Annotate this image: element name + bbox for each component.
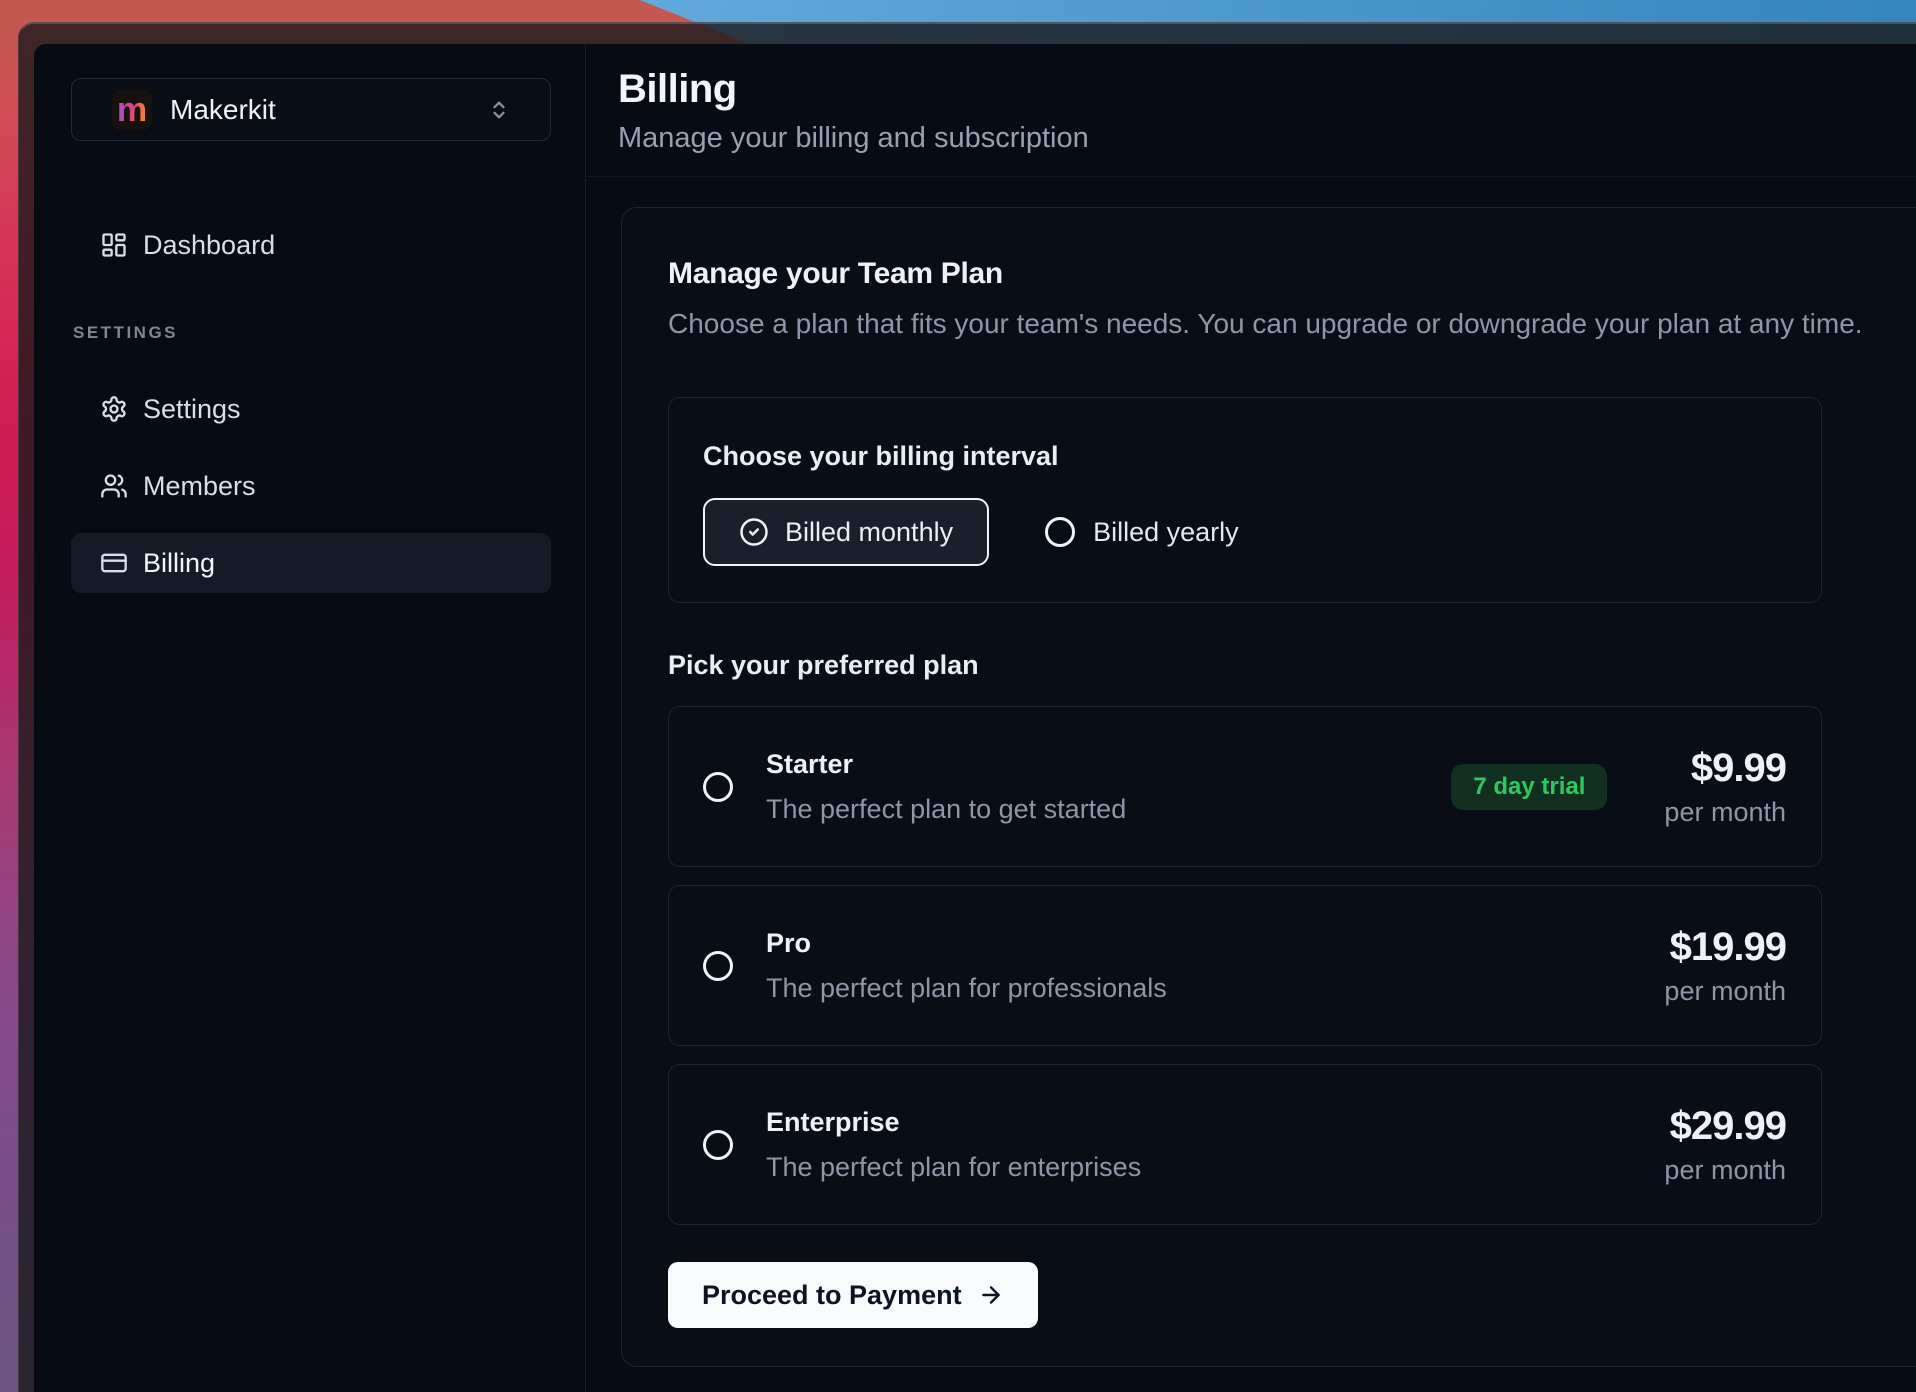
pick-plan-label: Pick your preferred plan [668,649,1916,681]
plan-period: per month [1664,1154,1786,1186]
page-title: Billing [618,65,1916,113]
price-block: $9.99 per month [1664,746,1786,828]
layout-dashboard-icon [100,231,128,259]
plan-description: The perfect plan to get started [766,793,1126,825]
billing-interval-label: Choose your billing interval [703,440,1787,472]
makerkit-logo-letter: m [117,90,147,130]
sidebar: m Makerkit Dashboard SETTINGS [34,44,586,1392]
app-content: m Makerkit Dashboard SETTINGS [34,44,1916,1392]
sidebar-item-settings[interactable]: Settings [71,379,551,439]
sidebar-item-billing[interactable]: Billing [71,533,551,593]
plan-info: Enterprise The perfect plan for enterpri… [766,1106,1141,1183]
plan-pricing: 7 day trial $9.99 per month [1451,746,1786,828]
check-circle-icon [739,517,769,547]
plan-price: $29.99 [1670,1104,1786,1148]
plan-radio[interactable] [703,1130,733,1160]
billing-interval-options: Billed monthly Billed yearly [703,498,1787,566]
plan-info: Starter The perfect plan to get started [766,748,1126,825]
sidebar-item-label: Dashboard [143,230,275,261]
credit-card-icon [100,549,128,577]
trial-badge: 7 day trial [1451,764,1607,810]
plan-row-starter[interactable]: Starter The perfect plan to get started … [668,706,1822,867]
billed-yearly-option[interactable]: Billed yearly [1045,517,1239,548]
plan-price: $19.99 [1670,925,1786,969]
plan-radio[interactable] [703,951,733,981]
plan-row-pro[interactable]: Pro The perfect plan for professionals $… [668,885,1822,1046]
billed-monthly-option[interactable]: Billed monthly [703,498,989,566]
plan-info: Pro The perfect plan for professionals [766,927,1167,1004]
page-content: Manage your Team Plan Choose a plan that… [586,177,1916,1367]
workspace-name: Makerkit [170,94,276,126]
price-block: $29.99 per month [1664,1104,1786,1186]
plan-row-enterprise[interactable]: Enterprise The perfect plan for enterpri… [668,1064,1822,1225]
plan-name: Enterprise [766,1106,1141,1138]
team-plan-card: Manage your Team Plan Choose a plan that… [621,207,1916,1367]
sidebar-section-settings: SETTINGS [71,323,551,343]
app-window: m Makerkit Dashboard SETTINGS [18,22,1916,1392]
makerkit-logo: m [112,90,152,130]
sidebar-item-label: Members [143,471,256,502]
sidebar-item-dashboard[interactable]: Dashboard [71,215,551,275]
plan-name: Pro [766,927,1167,959]
main-area: Billing Manage your billing and subscrip… [586,44,1916,1392]
card-description: Choose a plan that fits your team's need… [668,308,1916,340]
settings-nav: Settings Members Billing [71,379,551,593]
page-header: Billing Manage your billing and subscrip… [586,44,1916,177]
page-subtitle: Manage your billing and subscription [618,122,1916,154]
desktop-wallpaper: m Makerkit Dashboard SETTINGS [0,0,1916,1392]
card-title: Manage your Team Plan [668,258,1916,290]
sidebar-item-label: Settings [143,394,241,425]
plan-description: The perfect plan for professionals [766,972,1167,1004]
plan-description: The perfect plan for enterprises [766,1151,1141,1183]
plan-period: per month [1664,796,1786,828]
chevrons-up-down-icon [488,99,510,121]
sidebar-item-members[interactable]: Members [71,456,551,516]
billing-interval-box: Choose your billing interval Billed mont… [668,397,1822,603]
plan-list: Starter The perfect plan to get started … [668,706,1916,1225]
plan-radio[interactable] [703,772,733,802]
workspace-selector[interactable]: m Makerkit [71,78,551,141]
arrow-right-icon [978,1282,1004,1308]
users-icon [100,472,128,500]
billed-yearly-label: Billed yearly [1093,517,1239,548]
plan-name: Starter [766,748,1126,780]
plan-pricing: $19.99 per month [1664,925,1786,1007]
price-block: $19.99 per month [1664,925,1786,1007]
primary-nav: Dashboard [71,215,551,275]
plan-pricing: $29.99 per month [1664,1104,1786,1186]
proceed-to-payment-button[interactable]: Proceed to Payment [668,1262,1038,1328]
plan-period: per month [1664,975,1786,1007]
radio-circle-icon [1045,517,1075,547]
billed-monthly-label: Billed monthly [785,517,953,548]
proceed-to-payment-label: Proceed to Payment [702,1280,962,1311]
sidebar-item-label: Billing [143,548,215,579]
gear-icon [100,395,128,423]
plan-price: $9.99 [1691,746,1786,790]
